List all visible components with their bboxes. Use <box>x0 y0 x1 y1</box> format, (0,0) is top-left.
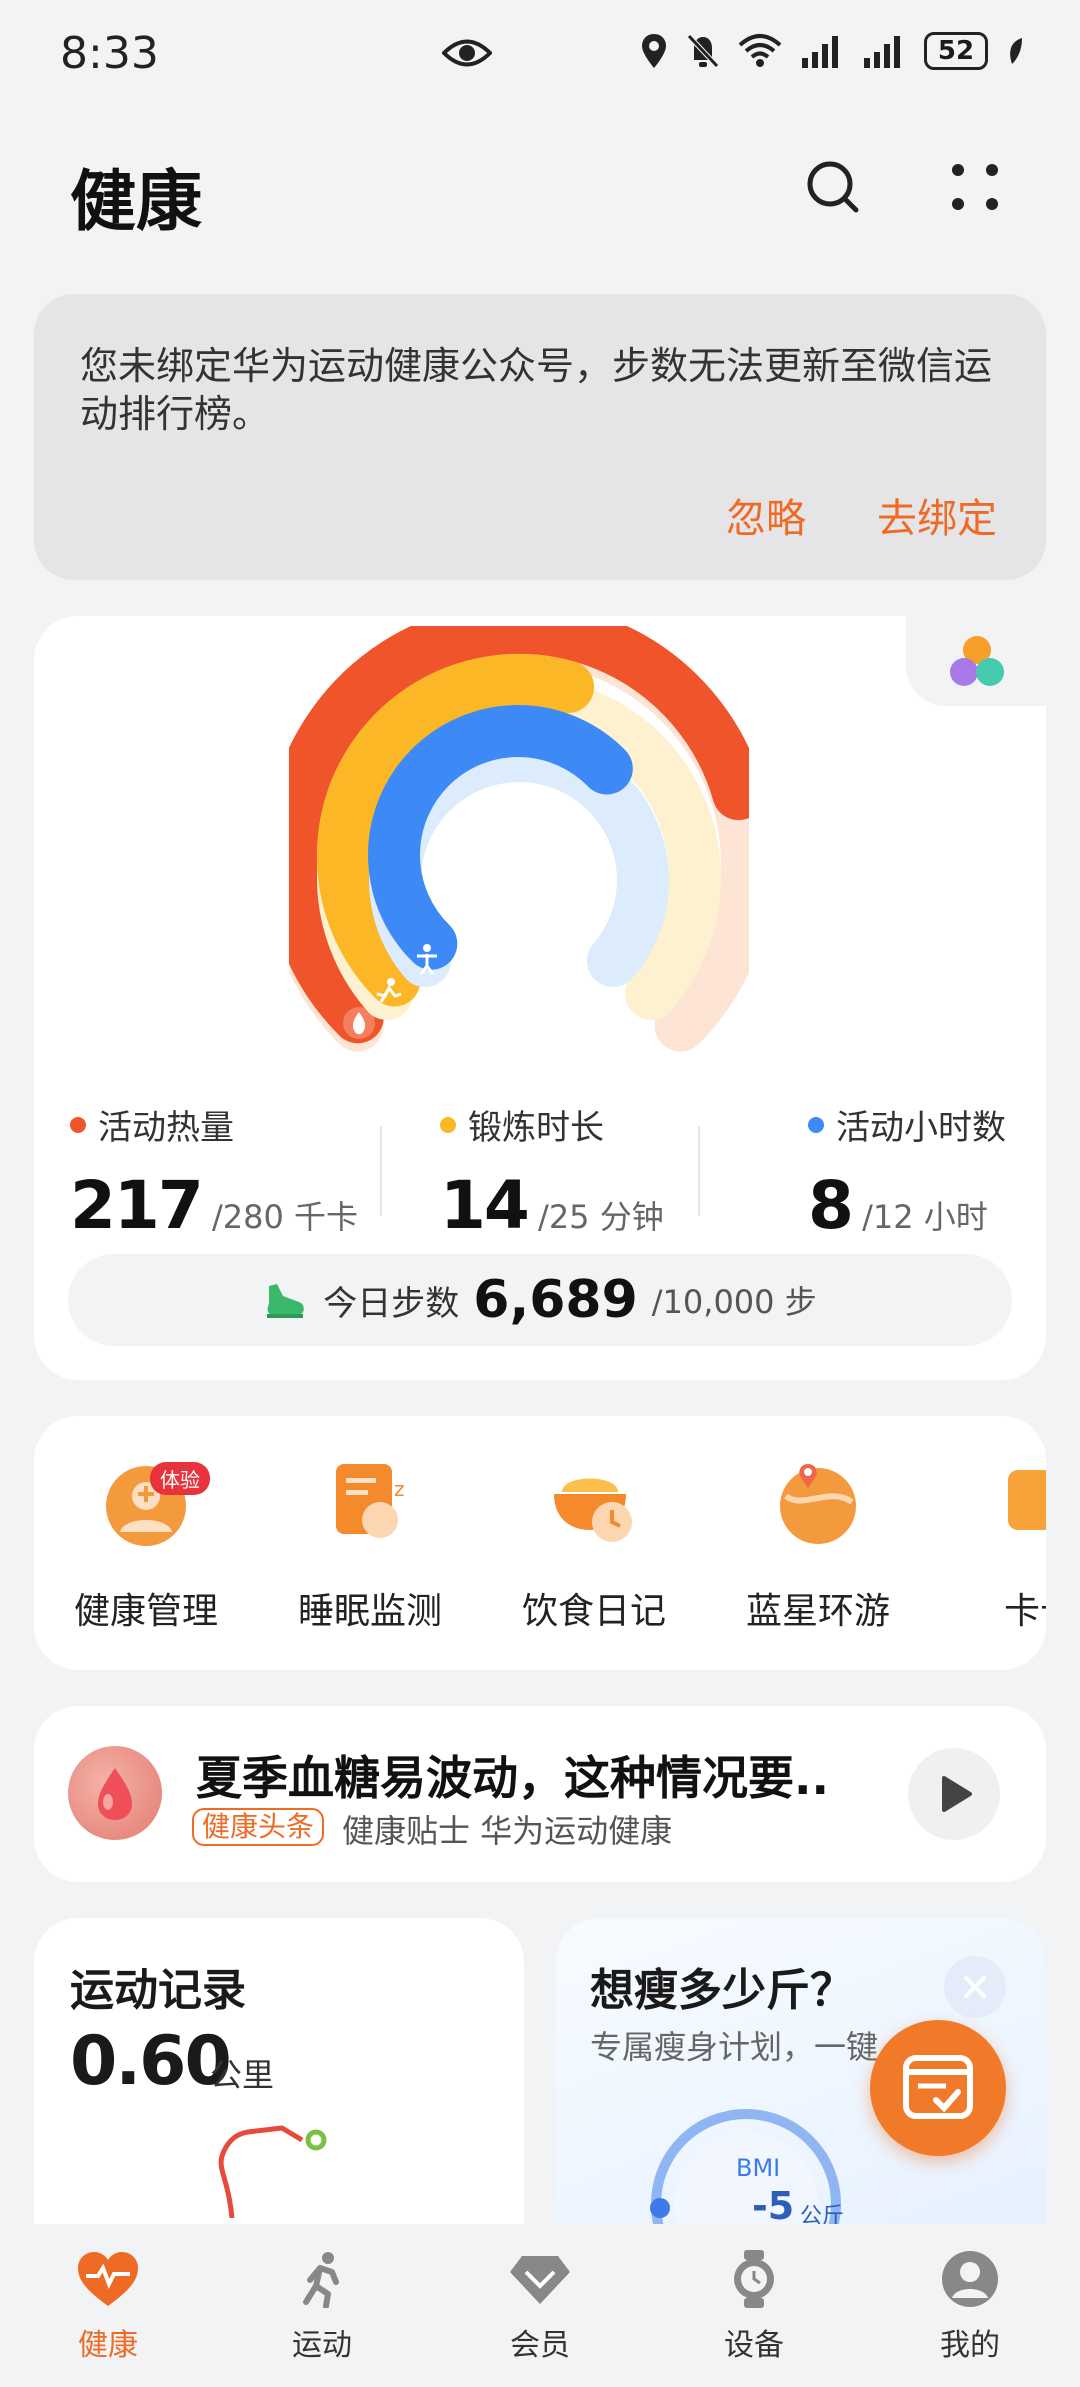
steps-label: 今日步数 <box>323 1283 460 1324</box>
service-blue-planet[interactable]: 蓝星环游 <box>718 1456 918 1634</box>
more-dots-icon <box>952 164 998 210</box>
trial-badge: 体验 <box>150 1462 210 1495</box>
calorie-label: 活动热量 <box>98 1108 234 1148</box>
status-icons: 52 <box>640 32 1024 70</box>
mute-icon <box>687 34 719 68</box>
service-sleep[interactable]: z 睡眠监测 <box>270 1456 470 1634</box>
battery-indicator: 52 <box>924 32 988 70</box>
service-diet[interactable]: 饮食日记 <box>494 1456 694 1634</box>
diamond-icon <box>510 2256 570 2304</box>
steps-goal: /10,000 步 <box>651 1283 817 1321</box>
nav-sport[interactable]: 运动 <box>242 2250 402 2364</box>
card-icon: K <box>994 1456 1046 1548</box>
bottom-navigation: 健康 运动 会员 设备 我的 <box>0 2224 1080 2387</box>
news-thumbnail <box>68 1746 162 1840</box>
three-dots-color-icon <box>950 636 1004 686</box>
banner-message: 您未绑定华为运动健康公众号，步数无法更新至微信运动排行榜。 <box>80 344 993 436</box>
close-button[interactable] <box>944 1956 1006 2018</box>
calorie-value: 217 <box>70 1167 204 1244</box>
hours-goal: /12 小时 <box>862 1198 988 1236</box>
service-label: 卡卡 <box>1003 1591 1046 1632</box>
news-title: 夏季血糖易波动，这种情况要.. <box>196 1751 829 1805</box>
sport-record-title: 运动记录 <box>70 1965 246 2016</box>
nav-label: 设备 <box>724 2328 784 2363</box>
news-tag: 健康头条 <box>192 1808 325 1846</box>
watch-icon <box>734 2250 774 2308</box>
divider <box>380 1126 382 1216</box>
nav-label: 我的 <box>940 2328 1000 2363</box>
exercise-stat: 锻炼时长 14 /25 分钟 <box>440 1100 664 1244</box>
nav-health[interactable]: 健康 <box>28 2250 188 2364</box>
hours-stat: 活动小时数 8 /12 小时 <box>808 1100 1006 1244</box>
services-row: 健康管理 体验 z 睡眠监测 饮食日记 蓝星环游 K 卡卡 <box>34 1416 1046 1670</box>
health-news-card[interactable]: 夏季血糖易波动，这种情况要.. 健康头条 健康贴士 华为运动健康 <box>34 1706 1046 1882</box>
svg-text:z: z <box>394 1477 405 1501</box>
wifi-icon <box>738 34 782 67</box>
exercise-value: 14 <box>440 1167 530 1244</box>
location-icon <box>642 34 666 68</box>
fire-icon <box>343 1007 375 1039</box>
news-meta: 健康贴士 华为运动健康 <box>342 1812 673 1850</box>
hours-dot <box>808 1116 824 1133</box>
hours-value: 8 <box>808 1167 854 1244</box>
steps-bar[interactable]: 今日步数 6,689/10,000 步 <box>68 1254 1012 1346</box>
steps-value: 6,689 <box>473 1270 638 1330</box>
service-label: 睡眠监测 <box>297 1591 442 1632</box>
nav-member[interactable]: 会员 <box>460 2250 620 2364</box>
nav-label: 健康 <box>78 2328 138 2363</box>
nav-mine[interactable]: 我的 <box>890 2250 1050 2364</box>
sport-record-unit: 公里 <box>210 2056 275 2094</box>
nav-device[interactable]: 设备 <box>674 2250 834 2364</box>
heart-pulse-icon <box>78 2252 138 2306</box>
hours-label: 活动小时数 <box>836 1108 1006 1148</box>
service-label: 健康管理 <box>73 1591 218 1632</box>
rings-style-toggle[interactable] <box>906 616 1046 706</box>
runner-icon <box>303 2252 339 2309</box>
bmi-label: BMI <box>736 2154 781 2182</box>
shoe-icon <box>267 1284 305 1318</box>
service-label: 饮食日记 <box>521 1591 666 1632</box>
signal-icon-2 <box>864 36 900 68</box>
record-fab[interactable] <box>870 2020 1006 2156</box>
profile-icon <box>942 2251 998 2307</box>
nav-label: 会员 <box>510 2328 570 2363</box>
leaf-icon <box>1010 38 1022 64</box>
service-health-management[interactable]: 健康管理 <box>46 1456 246 1634</box>
activity-rings-card[interactable]: 活动热量 217 /280 千卡 锻炼时长 14 /25 分钟 活动小时数 8 … <box>34 616 1046 1380</box>
bind-button[interactable]: 去绑定 <box>877 486 997 544</box>
calorie-goal: /280 千卡 <box>211 1198 358 1236</box>
play-icon <box>942 1776 972 1812</box>
bmi-value: -5 <box>752 2184 795 2228</box>
plan-subtitle: 专属瘦身计划，一键 <box>590 2028 879 2066</box>
nav-label: 运动 <box>292 2328 352 2363</box>
divider <box>698 1126 700 1216</box>
search-icon <box>807 161 859 213</box>
signal-icon <box>802 36 838 68</box>
calorie-dot <box>70 1116 86 1133</box>
route-map <box>218 2125 327 2218</box>
play-button[interactable] <box>908 1748 1000 1840</box>
more-button[interactable] <box>940 152 1010 222</box>
page-title: 健康 <box>70 163 202 240</box>
exercise-dot <box>440 1116 456 1133</box>
blue-planet-icon <box>772 1456 864 1548</box>
notes-check-icon <box>903 2055 973 2119</box>
service-card[interactable]: K 卡卡 <box>940 1456 1046 1634</box>
plan-title: 想瘦多少斤？ <box>590 1965 854 2016</box>
sleep-monitor-icon: z <box>324 1456 416 1548</box>
eye-comfort-icon <box>442 39 492 67</box>
sport-record-value: 0.60 <box>70 2022 232 2101</box>
activity-rings <box>289 626 749 1052</box>
exercise-goal: /25 分钟 <box>538 1198 664 1236</box>
wechat-bind-banner: 您未绑定华为运动健康公众号，步数无法更新至微信运动排行榜。 忽略 去绑定 <box>34 294 1046 580</box>
close-icon <box>964 1976 986 1998</box>
ignore-button[interactable]: 忽略 <box>726 486 806 544</box>
exercise-label: 锻炼时长 <box>468 1108 604 1148</box>
calorie-stat: 活动热量 217 /280 千卡 <box>70 1100 358 1244</box>
search-button[interactable] <box>798 152 868 222</box>
status-time: 8:33 <box>60 28 159 79</box>
diet-diary-icon <box>548 1456 640 1548</box>
service-label: 蓝星环游 <box>745 1591 890 1632</box>
status-bar: 8:33 52 <box>0 0 1080 110</box>
